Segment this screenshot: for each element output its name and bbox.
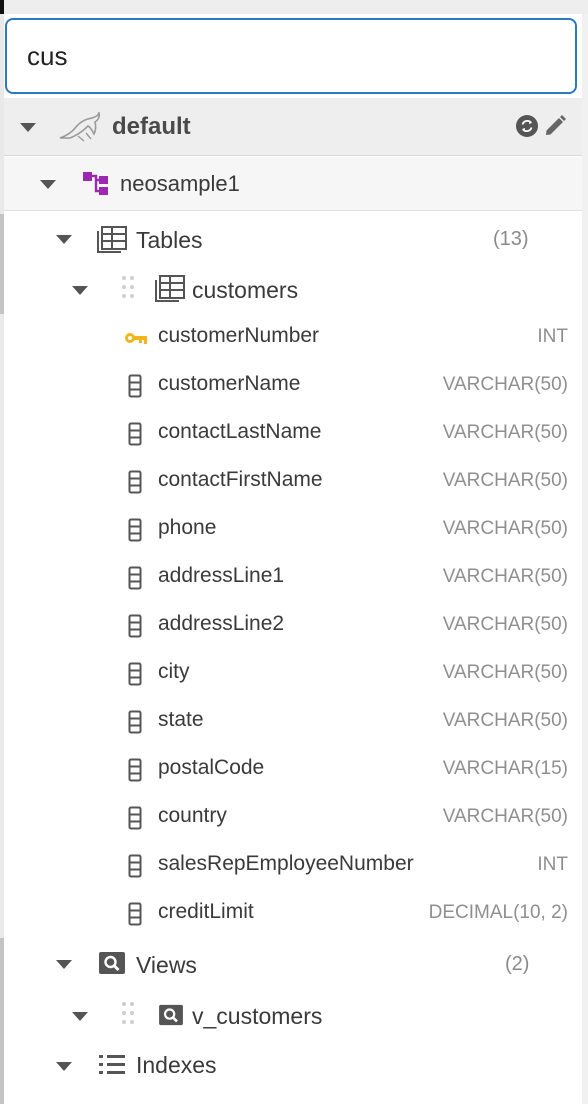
- pencil-icon[interactable]: [543, 114, 567, 143]
- column-row[interactable]: customerName VARCHAR(50): [4, 362, 582, 410]
- column-name: country: [158, 804, 227, 827]
- column-icon: [128, 566, 142, 595]
- column-row[interactable]: creditLimit DECIMAL(10, 2): [4, 890, 582, 938]
- column-type: VARCHAR(50): [442, 662, 568, 683]
- key-icon: [124, 330, 148, 351]
- column-type: VARCHAR(15): [442, 758, 568, 779]
- column-icon: [128, 422, 142, 451]
- column-type: DECIMAL(10, 2): [428, 902, 568, 923]
- column-name: postalCode: [158, 756, 265, 779]
- tables-label: Tables: [136, 227, 203, 253]
- drag-handle-icon[interactable]: [122, 1002, 134, 1028]
- chevron-down-icon[interactable]: [20, 123, 36, 132]
- scrollbar-track[interactable]: [582, 14, 588, 1104]
- column-row[interactable]: contactLastName VARCHAR(50): [4, 410, 582, 458]
- column-row[interactable]: salesRepEmployeeNumber INT: [4, 842, 582, 890]
- view-label: v_customers: [192, 1003, 323, 1029]
- views-group-row[interactable]: Views (2): [4, 938, 582, 990]
- column-icon: [128, 758, 142, 787]
- column-type: VARCHAR(50): [442, 710, 568, 731]
- search-input[interactable]: [27, 38, 547, 74]
- column-row[interactable]: contactFirstName VARCHAR(50): [4, 458, 582, 506]
- tables-group-row[interactable]: Tables (13): [4, 212, 582, 266]
- top-strip: [0, 0, 588, 14]
- column-name: city: [158, 660, 190, 683]
- column-icon: [128, 710, 142, 739]
- column-type: INT: [537, 854, 568, 875]
- view-search-icon: [158, 1004, 184, 1031]
- column-icon: [128, 806, 142, 835]
- table-label: customers: [192, 277, 299, 303]
- schema-label: neosample1: [120, 171, 240, 196]
- tables-count: (13): [493, 228, 529, 250]
- column-icon: [128, 854, 142, 883]
- connection-row[interactable]: default: [4, 98, 582, 156]
- column-type: VARCHAR(50): [442, 566, 568, 587]
- column-icon: [128, 902, 142, 931]
- column-row[interactable]: city VARCHAR(50): [4, 650, 582, 698]
- column-type: VARCHAR(50): [442, 518, 568, 539]
- column-name: creditLimit: [158, 900, 254, 923]
- column-name: customerName: [158, 372, 301, 395]
- column-row[interactable]: addressLine2 VARCHAR(50): [4, 602, 582, 650]
- indexes-group-row[interactable]: Indexes: [4, 1040, 582, 1092]
- top-corner: [0, 0, 4, 14]
- column-row[interactable]: customerNumber INT: [4, 314, 582, 362]
- connection-label: default: [112, 113, 191, 140]
- column-icon: [128, 518, 142, 547]
- chevron-down-icon[interactable]: [72, 1012, 88, 1021]
- column-icon: [128, 662, 142, 691]
- column-row[interactable]: phone VARCHAR(50): [4, 506, 582, 554]
- chevron-down-icon[interactable]: [56, 1062, 72, 1071]
- table-grid-icon: [96, 225, 128, 258]
- column-type: VARCHAR(50): [442, 374, 568, 395]
- table-grid-icon: [154, 274, 186, 307]
- column-name: contactFirstName: [158, 468, 323, 491]
- chevron-down-icon[interactable]: [72, 286, 88, 295]
- column-name: customerNumber: [158, 324, 320, 347]
- refresh-icon[interactable]: [515, 114, 539, 143]
- column-name: phone: [158, 516, 217, 539]
- column-name: addressLine1: [158, 564, 285, 587]
- column-type: VARCHAR(50): [442, 422, 568, 443]
- view-row-v-customers[interactable]: v_customers: [4, 990, 582, 1040]
- column-row[interactable]: postalCode VARCHAR(15): [4, 746, 582, 794]
- schema-row[interactable]: neosample1: [4, 157, 582, 211]
- column-row[interactable]: addressLine1 VARCHAR(50): [4, 554, 582, 602]
- column-type: VARCHAR(50): [442, 806, 568, 827]
- column-name: salesRepEmployeeNumber: [158, 852, 414, 875]
- schema-icon: [82, 171, 110, 202]
- column-name: state: [158, 708, 204, 731]
- column-type: VARCHAR(50): [442, 470, 568, 491]
- search-box: [5, 18, 577, 94]
- table-row-customers[interactable]: customers: [4, 264, 582, 314]
- column-row[interactable]: country VARCHAR(50): [4, 794, 582, 842]
- mysql-dolphin-icon: [58, 110, 102, 147]
- view-search-icon: [98, 951, 126, 980]
- column-type: INT: [537, 326, 568, 347]
- drag-handle-icon[interactable]: [122, 276, 134, 302]
- chevron-down-icon[interactable]: [40, 180, 56, 189]
- list-icon: [98, 1053, 126, 1082]
- column-row[interactable]: state VARCHAR(50): [4, 698, 582, 746]
- chevron-down-icon[interactable]: [56, 960, 72, 969]
- column-type: VARCHAR(50): [442, 614, 568, 635]
- column-icon: [128, 374, 142, 403]
- indexes-label: Indexes: [136, 1052, 217, 1078]
- column-icon: [128, 470, 142, 499]
- column-name: addressLine2: [158, 612, 285, 635]
- views-label: Views: [136, 952, 197, 978]
- column-name: contactLastName: [158, 420, 322, 443]
- views-count: (2): [505, 953, 530, 975]
- chevron-down-icon[interactable]: [56, 235, 72, 244]
- column-icon: [128, 614, 142, 643]
